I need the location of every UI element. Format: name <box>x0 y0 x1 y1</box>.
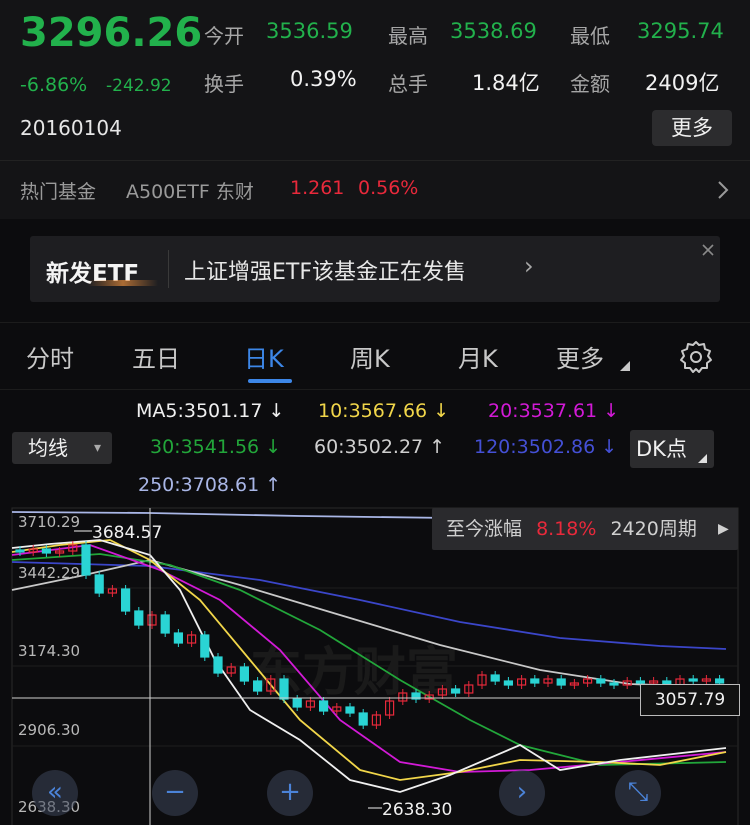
ma120-line <box>11 561 727 650</box>
active-tab-indicator <box>248 379 292 383</box>
amount-label: 金额 <box>570 72 610 96</box>
indicator-select-label: 均线 <box>28 436 68 460</box>
minus-icon: − <box>164 777 186 807</box>
hot-fund-change: 0.56% <box>358 177 419 199</box>
ma60-value: 60:3502.27 ↑ <box>314 436 446 458</box>
amount-value: 2409亿 <box>645 71 720 95</box>
corner-triangle-icon <box>620 361 630 371</box>
volume-label: 总手 <box>388 72 428 96</box>
etf-banner-text: 上证增强ETF该基金正在发售 <box>184 260 466 285</box>
ma30-value: 30:3541.56 ↓ <box>150 436 282 458</box>
since-change-box[interactable]: 至今涨幅 8.18% 2420周期 ▶ <box>432 508 738 550</box>
hot-fund-price: 1.261 <box>290 177 345 199</box>
hot-fund-name: A500ETF 东财 <box>126 181 254 203</box>
plus-icon: + <box>279 777 301 807</box>
tab-intraday[interactable]: 分时 <box>26 339 74 374</box>
tab-five-day[interactable]: 五日 <box>132 339 180 374</box>
dropdown-arrow-icon: ▾ <box>94 440 102 456</box>
tab-weekly-k[interactable]: 周K <box>350 339 390 374</box>
crosshair-price-tag: 3057.79 <box>640 684 740 716</box>
divider <box>168 250 169 288</box>
fullscreen-button[interactable]: ⤡ <box>615 770 661 816</box>
change-percent: -6.86% <box>20 74 88 96</box>
period-tabs: 分时 五日 日K 周K 月K 更多 <box>0 322 750 390</box>
zoom-out-button[interactable]: − <box>152 770 198 816</box>
dk-point-button[interactable]: DK点 <box>630 430 714 468</box>
low-label: 最低 <box>570 24 610 48</box>
indicator-select[interactable]: 均线 ▾ <box>12 432 112 464</box>
low-marker: 2638.30 <box>382 800 452 820</box>
dk-point-label: DK点 <box>636 437 687 461</box>
hot-fund-label: 热门基金 <box>20 181 97 203</box>
chevron-right-icon: › <box>516 777 528 807</box>
since-label: 至今涨幅 <box>446 518 523 540</box>
open-value: 3536.59 <box>266 19 353 43</box>
scroll-left-button[interactable]: « <box>32 770 78 816</box>
high-marker: 3684.57 <box>92 523 162 543</box>
y-tick-2: 3174.30 <box>18 642 80 660</box>
quote-header: 3296.26 -6.86% -242.92 今开 3536.59 最高 353… <box>0 0 750 160</box>
change-amount: -242.92 <box>106 76 172 96</box>
gear-icon[interactable] <box>678 339 714 375</box>
ma250-value: 250:3708.61 ↑ <box>138 474 282 496</box>
hot-fund-row[interactable]: 热门基金 A500ETF 东财 1.261 0.56% <box>0 160 750 219</box>
open-label: 今开 <box>204 24 244 48</box>
tab-more[interactable]: 更多 <box>556 339 604 374</box>
high-value: 3538.69 <box>450 19 537 43</box>
ma120-value: 120:3502.86 ↓ <box>474 436 618 458</box>
etf-promo-banner[interactable]: 新发ETF 上证增强ETF该基金正在发售 › <box>30 236 720 302</box>
low-value: 3295.74 <box>637 19 724 43</box>
etf-banner-chevron: › <box>524 252 534 280</box>
high-label: 最高 <box>388 24 428 48</box>
tab-monthly-k[interactable]: 月K <box>458 339 498 374</box>
close-icon[interactable] <box>698 240 718 260</box>
y-tick-3: 2906.30 <box>18 721 80 739</box>
more-button[interactable]: 更多 <box>652 110 732 146</box>
turnover-value: 0.39% <box>290 67 357 91</box>
since-value: 8.18% <box>536 518 597 540</box>
chevron-right-icon <box>718 181 729 199</box>
expand-icon: ⤡ <box>627 777 649 807</box>
scroll-right-button[interactable]: › <box>499 770 545 816</box>
corner-triangle-icon <box>698 454 707 463</box>
zoom-in-button[interactable]: + <box>267 770 313 816</box>
play-icon: ▶ <box>718 521 729 537</box>
y-tick-1: 3442.29 <box>18 564 80 582</box>
y-tick-0: 3710.29 <box>18 513 80 531</box>
tab-daily-k[interactable]: 日K <box>244 339 284 374</box>
since-periods: 2420周期 <box>610 518 697 540</box>
ma10-value: 10:3567.66 ↓ <box>318 400 450 422</box>
trade-date: 20160104 <box>20 116 122 140</box>
ma5-value: MA5:3501.17 ↓ <box>136 400 285 422</box>
turnover-label: 换手 <box>204 72 244 96</box>
etf-banner-underline <box>88 280 158 286</box>
last-price: 3296.26 <box>20 10 203 56</box>
ma20-value: 20:3537.61 ↓ <box>488 400 620 422</box>
double-left-icon: « <box>47 777 63 807</box>
volume-value: 1.84亿 <box>472 71 540 95</box>
